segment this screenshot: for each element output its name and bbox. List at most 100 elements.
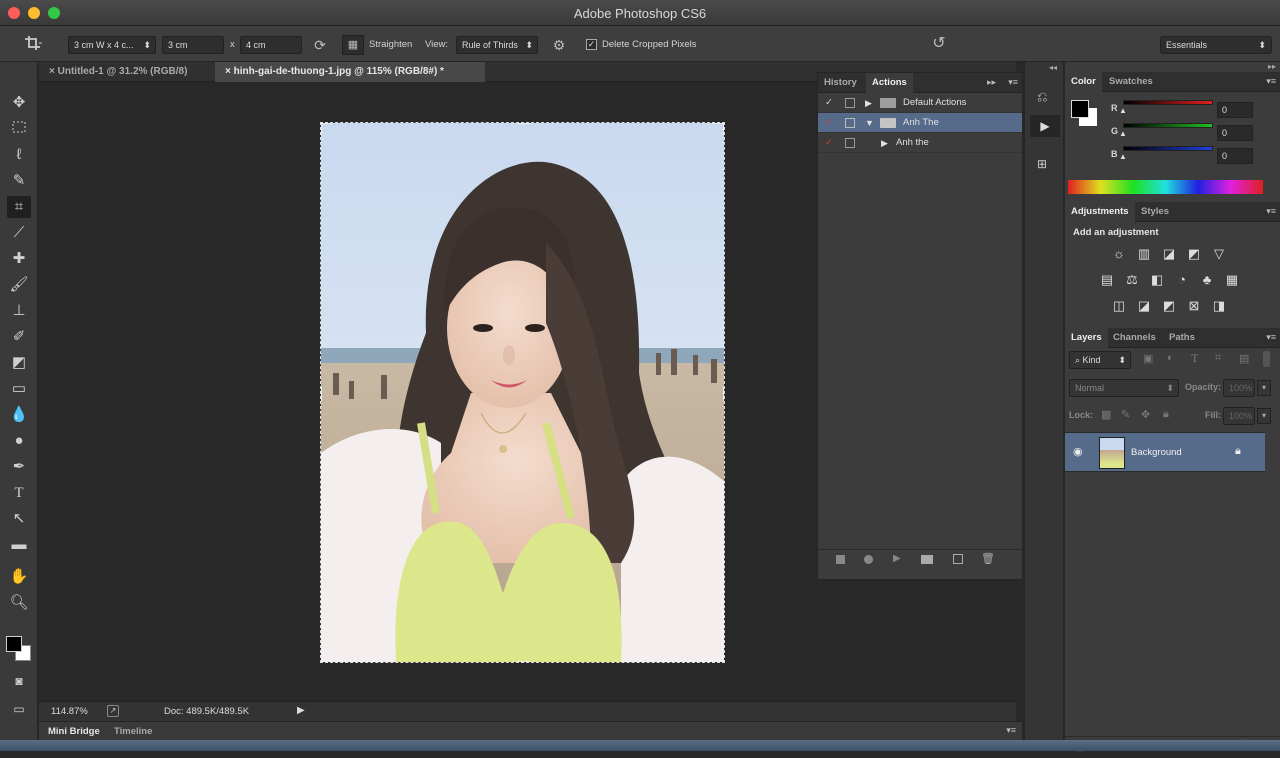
collapse-right-icon[interactable]: ▸▸ [1268, 62, 1276, 71]
crop-height-field[interactable]: 4 cm [240, 36, 302, 54]
crop-preset-select[interactable]: 3 cm W x 4 c... ⬍ [68, 36, 156, 54]
new-set-folder-icon[interactable] [921, 555, 933, 564]
lock-all-icon[interactable]: 🔒︎ [1163, 408, 1169, 421]
crop-handle-right[interactable] [721, 387, 724, 401]
share-icon[interactable]: ↗ [107, 705, 119, 717]
layer-filter-kind-select[interactable]: ⌕ Kind ⬍ [1069, 351, 1131, 369]
expand-arrow-icon[interactable]: ▶ [865, 93, 872, 113]
view-overlay-select[interactable]: Rule of Thirds ⬍ [456, 36, 538, 54]
fill-field[interactable]: 100% [1223, 407, 1255, 425]
red-value-field[interactable]: 0 [1217, 102, 1253, 118]
history-brush-tool-icon[interactable]: ✐ [7, 326, 31, 348]
color-lookup-icon[interactable]: ▦ [1223, 272, 1241, 288]
opacity-dropdown-icon[interactable]: ▾ [1257, 380, 1271, 396]
collapse-dock-icon[interactable]: ◂◂ [1049, 63, 1057, 72]
path-selection-tool-icon[interactable]: ↖ [7, 508, 31, 530]
blend-mode-select[interactable]: Normal ⬍ [1069, 379, 1179, 397]
tab-hinh-gai-de-thuong[interactable]: × hinh-gai-de-thuong-1.jpg @ 115% (RGB/8… [215, 62, 485, 82]
vibrance-icon[interactable]: ▽ [1210, 246, 1228, 262]
color-balance-icon[interactable]: ⚖ [1123, 272, 1141, 288]
tab-layers[interactable]: Layers [1065, 328, 1108, 348]
crop-tool-preset-icon[interactable] [20, 35, 48, 55]
properties-panel-icon[interactable]: ⊞ [1037, 157, 1047, 171]
fill-dropdown-icon[interactable]: ▾ [1257, 408, 1271, 424]
lock-transparent-icon[interactable]: ▩ [1101, 408, 1111, 421]
foreground-color-swatch[interactable] [6, 636, 22, 652]
zoom-level[interactable]: 114.87% [51, 706, 88, 717]
rectangle-tool-icon[interactable]: ▬ [7, 534, 31, 556]
visibility-eye-icon[interactable]: ◉ [1073, 445, 1083, 458]
crop-tool-icon[interactable]: ⌗ [7, 196, 31, 218]
lasso-tool-icon[interactable]: ℓ [7, 144, 31, 166]
tab-adjustments[interactable]: Adjustments [1065, 202, 1135, 222]
gear-icon[interactable]: ⚙ [550, 36, 568, 54]
levels-icon[interactable]: ▥ [1135, 246, 1153, 262]
layer-row[interactable]: ◉ Background 🔒︎ [1065, 432, 1265, 472]
tab-paths[interactable]: Paths [1163, 328, 1201, 348]
tab-swatches[interactable]: Swatches [1103, 72, 1159, 92]
blur-tool-icon[interactable]: 💧 [7, 404, 31, 426]
expand-arrow-icon[interactable]: ▶ [881, 133, 888, 153]
slider-thumb-icon[interactable]: ▲ [1119, 106, 1127, 115]
filter-type-icon[interactable]: T [1191, 351, 1198, 366]
panel-menu-icon[interactable]: ▾≡ [1266, 206, 1276, 217]
tab-history[interactable]: History [818, 73, 863, 93]
tab-channels[interactable]: Channels [1107, 328, 1162, 348]
black-white-icon[interactable]: ◧ [1148, 272, 1166, 288]
eyedropper-tool-icon[interactable]: ⟋ [7, 222, 31, 244]
curves-icon[interactable]: ◪ [1160, 246, 1178, 262]
gradient-map-icon[interactable]: ◨ [1210, 298, 1228, 314]
record-icon[interactable] [864, 555, 873, 564]
hand-tool-icon[interactable]: ✋ [7, 566, 31, 588]
slider-thumb-icon[interactable]: ▲ [1119, 129, 1127, 138]
eraser-tool-icon[interactable]: ◩ [7, 352, 31, 374]
tab-styles[interactable]: Styles [1135, 202, 1175, 222]
move-tool-icon[interactable]: ✥ [7, 92, 31, 114]
brush-tool-icon[interactable]: 🖌 [7, 274, 31, 296]
quick-selection-tool-icon[interactable]: ✎ [7, 170, 31, 192]
dialog-toggle-icon[interactable] [845, 118, 855, 128]
tab-actions[interactable]: Actions [866, 73, 913, 93]
status-menu-arrow-icon[interactable]: ▶ [297, 705, 305, 716]
tab-color[interactable]: Color [1065, 72, 1102, 92]
action-row[interactable]: ✓ ▶ Anh the [818, 133, 1022, 153]
filter-pixel-icon[interactable]: ▣ [1143, 352, 1153, 365]
actions-panel-icon[interactable]: ▶ [1030, 115, 1060, 137]
foreground-color-swatch[interactable] [1071, 100, 1089, 118]
swap-dimensions-icon[interactable]: ⟳ [312, 36, 328, 54]
gradient-tool-icon[interactable]: ▭ [7, 378, 31, 400]
crop-handle-bottom-right[interactable] [713, 651, 724, 662]
filter-smart-object-icon[interactable]: ▤ [1239, 352, 1249, 365]
channel-mixer-icon[interactable]: ♣ [1198, 272, 1216, 288]
filter-toggle-icon[interactable] [1263, 351, 1270, 367]
crop-handle-left[interactable] [321, 387, 324, 401]
dialog-toggle-icon[interactable] [845, 138, 855, 148]
blue-slider[interactable] [1123, 146, 1213, 151]
straighten-icon[interactable]: ▦ [342, 35, 364, 55]
action-row[interactable]: ✓ ▶ Default Actions [818, 93, 1022, 113]
history-panel-icon[interactable]: ⎌ [1037, 89, 1047, 105]
crop-handle-top-left[interactable] [321, 123, 332, 134]
panel-menu-icon[interactable]: ▾≡ [1266, 76, 1276, 87]
lock-position-icon[interactable]: ✥ [1141, 408, 1150, 421]
new-action-icon[interactable] [953, 554, 963, 564]
hue-saturation-icon[interactable]: ▤ [1098, 272, 1116, 288]
green-slider[interactable] [1123, 123, 1213, 128]
layer-thumbnail[interactable] [1099, 437, 1125, 469]
blue-value-field[interactable]: 0 [1217, 148, 1253, 164]
quick-mask-icon[interactable]: ◙ [7, 670, 31, 692]
opacity-field[interactable]: 100% [1223, 379, 1255, 397]
stop-icon[interactable] [836, 555, 845, 564]
collapse-arrow-icon[interactable]: ▼ [865, 113, 874, 133]
dodge-tool-icon[interactable]: ● [7, 430, 31, 452]
toggle-item-check-icon[interactable]: ✓ [825, 93, 833, 113]
marquee-tool-icon[interactable] [7, 118, 31, 140]
type-tool-icon[interactable]: T [7, 482, 31, 504]
zoom-tool-icon[interactable]: 🔍︎ [7, 592, 31, 614]
healing-brush-tool-icon[interactable]: ✚ [7, 248, 31, 270]
green-value-field[interactable]: 0 [1217, 125, 1253, 141]
pen-tool-icon[interactable]: ✒ [7, 456, 31, 478]
slider-thumb-icon[interactable]: ▲ [1119, 152, 1127, 161]
filter-shape-icon[interactable]: ⌗ [1215, 352, 1221, 365]
action-row[interactable]: ✓ ▼ Anh The [818, 113, 1022, 133]
